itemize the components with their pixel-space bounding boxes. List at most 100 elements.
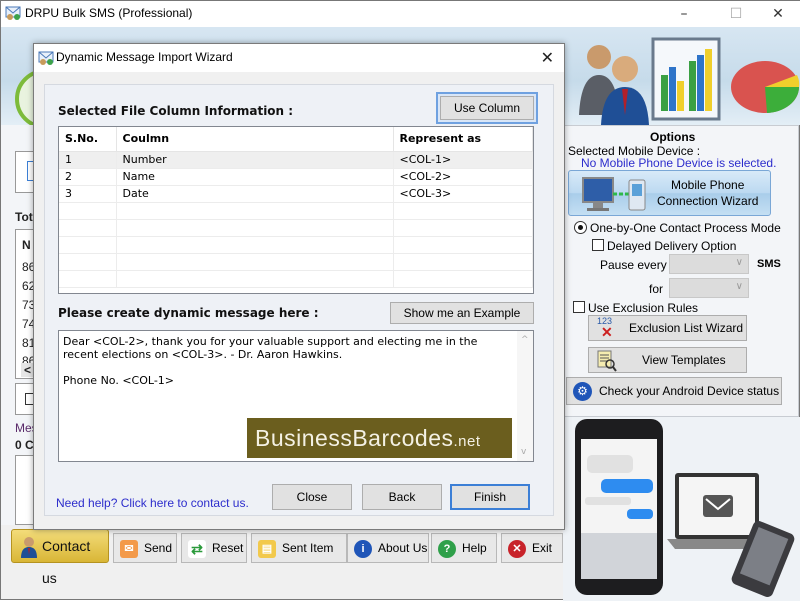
- about-us-label: About Us: [378, 541, 428, 555]
- dialog-title: Dynamic Message Import Wizard: [56, 50, 233, 64]
- message-scrollbar[interactable]: ^ v: [517, 331, 533, 461]
- empty-row: [59, 236, 533, 254]
- devices-graphic-icon: [575, 419, 795, 597]
- table-row[interactable]: 3 Date <COL-3>: [59, 185, 533, 203]
- exit-label: Exit: [532, 541, 553, 555]
- file-column-info-label: Selected File Column Information :: [58, 104, 294, 118]
- device-illustration: [563, 417, 800, 601]
- connection-wizard-button[interactable]: Mobile Phone Connection Wizard: [568, 170, 771, 216]
- empty-row: [59, 253, 533, 271]
- cell-represent: <COL-2>: [393, 168, 533, 186]
- send-button[interactable]: ✉ Send: [113, 533, 177, 563]
- sms-label: SMS: [757, 258, 781, 270]
- chevron-down-icon: ∨: [735, 257, 743, 268]
- device-status: No Mobile Phone Device is selected.: [581, 156, 777, 170]
- view-templates-button[interactable]: View Templates: [588, 347, 747, 373]
- header-column[interactable]: Coulmn: [116, 127, 394, 152]
- empty-row: [59, 270, 533, 288]
- help-contact-link[interactable]: Need help? Click here to contact us.: [56, 496, 249, 510]
- maximize-button[interactable]: ☐: [713, 1, 759, 27]
- table-row[interactable]: 1 Number <COL-1>: [59, 151, 533, 169]
- sent-item-button[interactable]: ▤ Sent Item: [251, 533, 347, 563]
- dialog-title-bar: Dynamic Message Import Wizard ✕: [34, 44, 564, 72]
- column-info-table[interactable]: S.No. Coulmn Represent as 1 Number <COL-…: [58, 126, 534, 294]
- watermark-banner: BusinessBarcodes.net: [247, 418, 512, 458]
- options-title: Options: [650, 130, 696, 144]
- watermark-suffix: .net: [453, 433, 481, 450]
- options-panel: Options Selected Mobile Device : No Mobi…: [563, 125, 799, 417]
- gear-icon: ⚙: [573, 382, 592, 401]
- char-count-label: 0 C: [15, 438, 34, 452]
- header-sno[interactable]: S.No.: [59, 127, 117, 152]
- pause-duration-select[interactable]: ∨: [669, 278, 749, 298]
- show-example-button[interactable]: Show me an Example: [390, 302, 534, 324]
- delayed-delivery-label: Delayed Delivery Option: [607, 239, 737, 253]
- pause-sms-count-select[interactable]: ∨: [669, 254, 749, 274]
- reset-button[interactable]: ⇄ Reset: [181, 533, 247, 563]
- total-label: Tot: [15, 210, 33, 224]
- business-graphics-icon: [579, 37, 800, 125]
- cell-column: Date: [116, 185, 394, 203]
- send-label: Send: [144, 541, 173, 555]
- exclusion-list-wizard-button[interactable]: 123 ✕ Exclusion List Wizard: [588, 315, 747, 341]
- table-row[interactable]: 2 Name <COL-2>: [59, 168, 533, 186]
- bottom-toolbar: ✉ Send ⇄ Reset ▤ Sent Item i About Us ? Help …: [1, 529, 563, 567]
- check-android-status-label: Check your Android Device status: [599, 384, 780, 398]
- cell-represent: <COL-1>: [393, 151, 533, 169]
- number-column-header: N: [22, 238, 31, 252]
- delayed-delivery-checkbox[interactable]: [592, 239, 604, 251]
- envelope-icon: ✉: [120, 539, 138, 558]
- exclusion-list-wizard-label: Exclusion List Wizard: [629, 321, 744, 335]
- exclusion-x-icon: ✕: [601, 324, 613, 340]
- use-column-button[interactable]: Use Column: [440, 96, 534, 120]
- minimize-button[interactable]: –: [661, 1, 707, 27]
- info-icon: i: [354, 539, 372, 558]
- folder-icon: ▤: [258, 539, 276, 558]
- title-bar: DRPU Bulk SMS (Professional) – ☐ ✕: [1, 1, 800, 27]
- watermark-main: BusinessBarcodes: [255, 425, 454, 451]
- finish-button[interactable]: Finish: [450, 484, 530, 510]
- dialog-logo-icon: [38, 51, 54, 65]
- cell-column: Number: [116, 151, 394, 169]
- scroll-up-icon[interactable]: ^: [521, 335, 529, 345]
- exclusion-rules-label: Use Exclusion Rules: [588, 301, 699, 315]
- help-icon: ?: [438, 539, 456, 558]
- for-label: for: [649, 282, 664, 296]
- about-us-button[interactable]: i About Us: [347, 533, 429, 563]
- exit-button[interactable]: ✕ Exit: [501, 533, 563, 563]
- pause-every-label: Pause every: [600, 258, 667, 272]
- empty-row: [59, 202, 533, 220]
- sent-item-label: Sent Item: [282, 541, 334, 555]
- scroll-down-icon[interactable]: v: [521, 447, 526, 457]
- cell-represent: <COL-3>: [393, 185, 533, 203]
- app-logo-icon: [5, 6, 21, 20]
- connection-wizard-line2: Connection Wizard: [657, 194, 759, 208]
- cell-sno: 1: [59, 151, 117, 169]
- one-by-one-mode-label: One-by-One Contact Process Mode: [590, 221, 781, 235]
- connection-wizard-line1: Mobile Phone: [671, 178, 745, 192]
- main-window: DRPU Bulk SMS (Professional) – ☐ ✕ Tot N…: [0, 0, 800, 601]
- close-window-button[interactable]: ✕: [755, 1, 800, 27]
- exit-icon: ✕: [508, 539, 526, 558]
- help-button[interactable]: ? Help: [431, 533, 497, 563]
- reset-label: Reset: [212, 541, 244, 555]
- one-by-one-mode-radio[interactable]: [574, 221, 587, 234]
- header-represent-as[interactable]: Represent as: [393, 127, 533, 152]
- view-templates-label: View Templates: [642, 353, 726, 367]
- cell-column: Name: [116, 168, 394, 186]
- phone-connection-icon: [582, 177, 646, 211]
- exclusion-rules-checkbox[interactable]: [573, 301, 585, 313]
- help-label: Help: [462, 541, 487, 555]
- dialog-close-icon[interactable]: ✕: [541, 48, 554, 67]
- chevron-down-icon: ∨: [735, 281, 743, 292]
- app-title: DRPU Bulk SMS (Professional): [25, 6, 193, 20]
- cell-sno: 3: [59, 185, 117, 203]
- table-header-row: S.No. Coulmn Represent as: [59, 127, 533, 152]
- cell-sno: 2: [59, 168, 117, 186]
- close-button[interactable]: Close: [272, 484, 352, 510]
- dynamic-message-text[interactable]: Dear <COL-2>, thank you for your valuabl…: [63, 335, 513, 387]
- empty-row: [59, 219, 533, 237]
- swap-arrows-icon: ⇄: [188, 539, 206, 558]
- check-android-status-button[interactable]: ⚙ Check your Android Device status: [566, 377, 782, 405]
- back-button[interactable]: Back: [362, 484, 442, 510]
